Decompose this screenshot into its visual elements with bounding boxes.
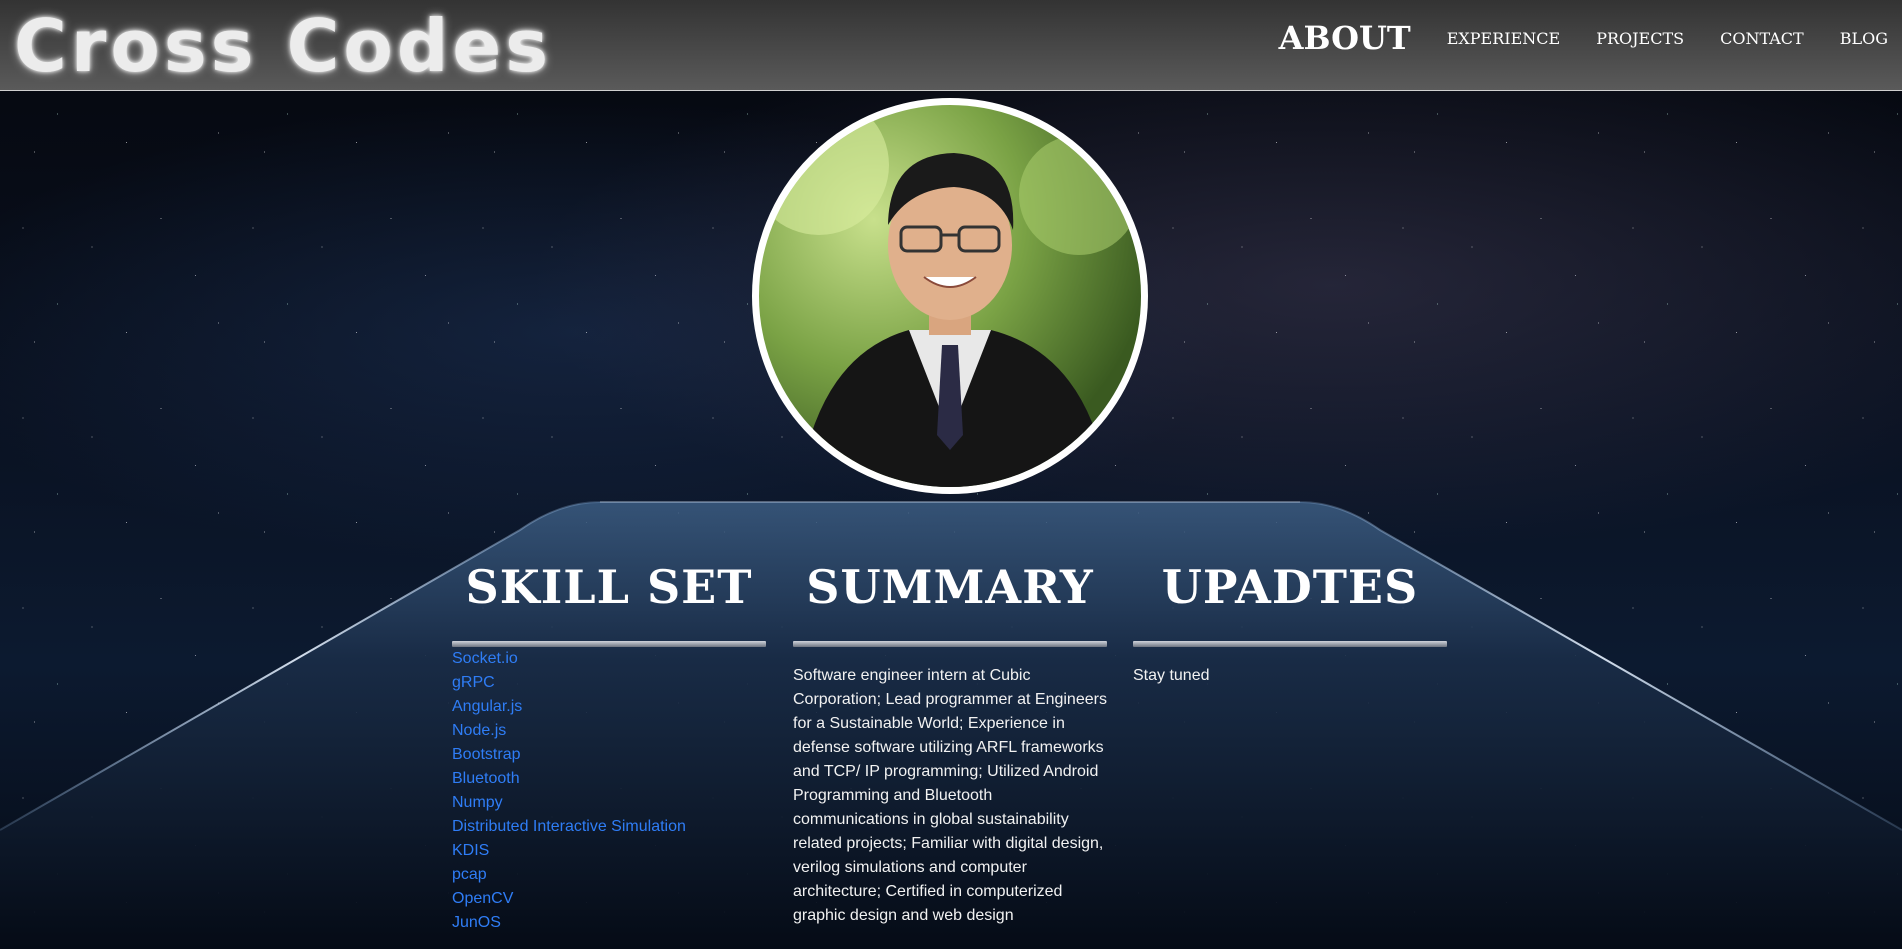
- skill-link[interactable]: pcap: [452, 866, 487, 883]
- list-item: pcap: [452, 863, 766, 887]
- updates-heading: UPADTES: [1161, 560, 1419, 614]
- nav-about[interactable]: ABOUT: [1279, 19, 1411, 57]
- nav-blog[interactable]: BLOG: [1840, 29, 1888, 48]
- summary-heading: SUMMARY: [806, 560, 1094, 614]
- site-header: Cross Codes ABOUT EXPERIENCE PROJECTS CO…: [0, 0, 1902, 91]
- skill-list: Socket.io gRPC Angular.js Node.js Bootst…: [452, 647, 766, 935]
- main-nav: ABOUT EXPERIENCE PROJECTS CONTACT BLOG: [1243, 0, 1888, 76]
- nav-experience[interactable]: EXPERIENCE: [1447, 29, 1560, 48]
- list-item: Bootstrap: [452, 743, 766, 767]
- summary-section: SUMMARY Software engineer intern at Cubi…: [793, 560, 1107, 928]
- skill-link[interactable]: gRPC: [452, 674, 495, 691]
- updates-text: Stay tuned: [1133, 667, 1210, 684]
- skill-link[interactable]: Node.js: [452, 722, 506, 739]
- skill-set-section: SKILL SET Socket.io gRPC Angular.js Node…: [452, 560, 766, 935]
- list-item: gRPC: [452, 671, 766, 695]
- list-item: OpenCV: [452, 887, 766, 911]
- updates-section: UPADTES Stay tuned: [1133, 560, 1447, 688]
- profile-photo-illustration: [759, 105, 1139, 487]
- skill-link[interactable]: Bluetooth: [452, 770, 520, 787]
- skill-link[interactable]: Bootstrap: [452, 746, 520, 763]
- list-item: Angular.js: [452, 695, 766, 719]
- list-item: KDIS: [452, 839, 766, 863]
- skill-link[interactable]: Distributed Interactive Simulation: [452, 818, 686, 835]
- section-divider: [793, 641, 1107, 647]
- summary-text: Software engineer intern at Cubic Corpor…: [793, 667, 1107, 924]
- list-item: Bluetooth: [452, 767, 766, 791]
- skill-link[interactable]: KDIS: [452, 842, 489, 859]
- list-item: Socket.io: [452, 647, 766, 671]
- skill-link[interactable]: Angular.js: [452, 698, 522, 715]
- list-item: Numpy: [452, 791, 766, 815]
- site-logo[interactable]: Cross Codes: [14, 10, 552, 82]
- skill-set-heading: SKILL SET: [465, 560, 753, 614]
- list-item: Node.js: [452, 719, 766, 743]
- list-item: Distributed Interactive Simulation: [452, 815, 766, 839]
- list-item: JunOS: [452, 911, 766, 935]
- skill-link[interactable]: OpenCV: [452, 890, 513, 907]
- nav-contact[interactable]: CONTACT: [1720, 29, 1804, 48]
- nav-projects[interactable]: PROJECTS: [1596, 29, 1684, 48]
- section-divider: [1133, 641, 1447, 647]
- profile-photo: [752, 98, 1148, 494]
- skill-link[interactable]: Socket.io: [452, 650, 518, 667]
- skill-link[interactable]: Numpy: [452, 794, 503, 811]
- skill-link[interactable]: JunOS: [452, 914, 501, 931]
